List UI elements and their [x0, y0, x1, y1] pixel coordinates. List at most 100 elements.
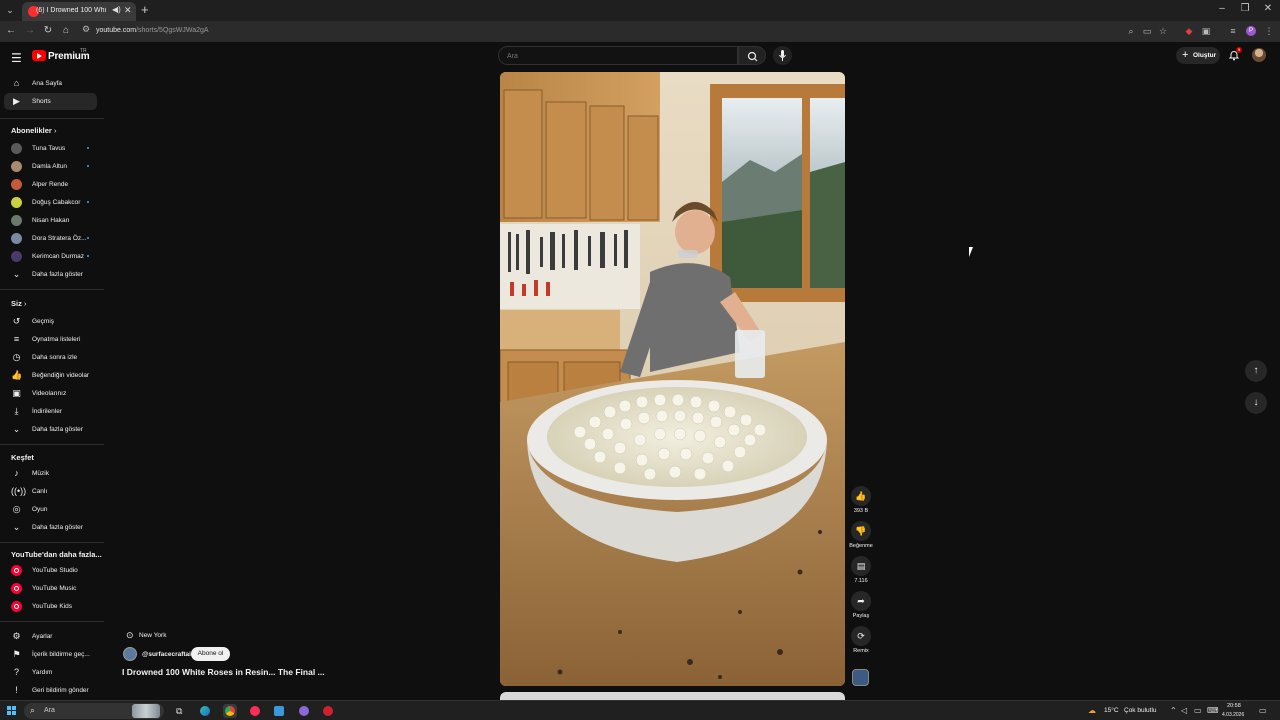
youtube-music-app-icon[interactable] [248, 704, 262, 718]
chrome-icon[interactable] [223, 704, 237, 718]
sound-source-avatar[interactable] [852, 669, 869, 686]
sidebar-item-feedback[interactable]: ! Geri bildirim gönder [4, 682, 97, 699]
keyboard-icon[interactable]: ⌨ [1207, 706, 1219, 715]
sidebar-item-your-videos[interactable]: ▣ Videolarınız [4, 385, 97, 402]
sidebar-item-youtube-music[interactable]: YouTube Music [4, 580, 97, 597]
location-tag[interactable]: ⊙ New York [122, 628, 172, 642]
network-icon[interactable]: ▭ [1194, 706, 1202, 715]
extension-icon[interactable]: ◆ [1183, 25, 1195, 37]
shorts-video-player[interactable] [500, 72, 845, 686]
search-button[interactable] [738, 46, 766, 65]
flag-icon: ⚑ [12, 649, 21, 659]
sidebar-item-downloads[interactable]: ⤓ İndirilenler [4, 403, 97, 420]
youtube-logo-icon[interactable] [32, 50, 46, 61]
new-content-dot [87, 237, 89, 239]
tab-search-icon[interactable]: ⌄ [4, 4, 16, 16]
subscriptions-heading[interactable]: Abonelikler › [11, 126, 56, 135]
address-bar: ← → ↻ ⌂ ⚙ youtube.com/shorts/5QgsWJWa2gA… [0, 21, 1280, 42]
next-short-button[interactable]: ↓ [1245, 392, 1267, 414]
sidebar-item-subscription[interactable]: Dora Stratera Öz... [4, 230, 97, 247]
reload-icon[interactable]: ↻ [42, 25, 54, 37]
sidebar-item-subscription[interactable]: Doğuş Cabakcor [4, 194, 97, 211]
notification-center-icon[interactable]: ▭ [1259, 706, 1267, 715]
sidebar-item-label: Ana Sayfa [32, 80, 62, 87]
sidebar-item-shorts[interactable]: ▶ Shorts [4, 93, 97, 110]
show-more-button[interactable]: ⌄ Daha fazla göster [4, 519, 97, 536]
music-icon: ♪ [14, 468, 19, 478]
browser-profile-avatar[interactable]: P [1246, 26, 1256, 36]
you-heading[interactable]: Siz › [11, 299, 26, 308]
search-input[interactable] [507, 51, 727, 62]
chevron-up-icon[interactable]: ⌃ [1170, 706, 1177, 715]
sidebar-item-gaming[interactable]: ◎ Oyun [4, 501, 97, 518]
sidebar-item-subscription[interactable]: Alper Rende [4, 176, 97, 193]
weather-description[interactable]: Çok bulutlu [1124, 707, 1157, 714]
sidebar-item-youtube-studio[interactable]: YouTube Studio [4, 562, 97, 579]
back-icon[interactable]: ← [5, 25, 17, 37]
hamburger-menu-icon[interactable]: ☰ [11, 51, 22, 65]
channel-avatar [11, 233, 22, 244]
sidebar-item-subscription[interactable]: Damla Altun [4, 158, 97, 175]
site-info-icon[interactable]: ⚙ [82, 24, 90, 35]
video-title[interactable]: I Drowned 100 White Roses in Resin... Th… [122, 667, 325, 677]
sidebar-item-report-history[interactable]: ⚑ İçerik bildirme geç... [4, 646, 97, 663]
channel-avatar [11, 197, 22, 208]
sidebar-item-home[interactable]: ⌂ Ana Sayfa [4, 75, 97, 92]
channel-name[interactable]: @surfacecraftai [142, 651, 191, 658]
windows-start-icon[interactable] [7, 706, 17, 716]
close-window-icon[interactable]: ✕ [1258, 3, 1278, 14]
your-videos-icon: ▣ [12, 388, 21, 398]
task-view-icon[interactable]: ⧉ [173, 704, 187, 718]
speaker-tray-icon[interactable]: ◁ [1181, 706, 1187, 715]
share-button[interactable]: ➦ [851, 591, 871, 611]
like-button[interactable]: 👍 [851, 486, 871, 506]
edge-icon[interactable] [198, 704, 212, 718]
url-field[interactable]: ⚙ youtube.com/shorts/5QgsWJWa2gA [78, 24, 1118, 39]
comments-button[interactable]: ▤ [851, 556, 871, 576]
subscribe-button[interactable]: Abone ol [191, 647, 230, 661]
sidebar-item-help[interactable]: ? Yardım [4, 664, 97, 681]
create-button[interactable]: + Oluştur [1176, 47, 1220, 64]
close-tab-icon[interactable]: ✕ [124, 5, 132, 16]
previous-short-button[interactable]: ↑ [1245, 360, 1267, 382]
clock-date[interactable]: 4.03.2026 [1222, 712, 1244, 718]
zoom-icon[interactable]: ⌕ [1125, 25, 1137, 37]
minimize-icon[interactable]: – [1212, 3, 1232, 14]
cast-icon[interactable]: ▭ [1141, 25, 1153, 37]
weather-temperature[interactable]: 15°C [1104, 707, 1119, 714]
sidebar-item-history[interactable]: ↺ Geçmiş [4, 313, 97, 330]
sidebar-item-live[interactable]: ((•)) Canlı [4, 483, 97, 500]
home-browser-icon[interactable]: ⌂ [60, 25, 72, 37]
sidebar-item-youtube-kids[interactable]: YouTube Kids [4, 598, 97, 615]
show-more-button[interactable]: ⌄ Daha fazla göster [4, 421, 97, 438]
avatar[interactable] [1252, 48, 1266, 62]
channel-avatar[interactable] [123, 647, 137, 661]
speaker-icon[interactable]: ◀) [112, 5, 121, 14]
clock-time[interactable]: 20:58 [1227, 703, 1241, 709]
restore-icon[interactable]: ❐ [1235, 3, 1255, 14]
browser-tab[interactable]: (6) I Drowned 100 White R ◀) ✕ [22, 2, 136, 21]
discord-icon[interactable] [297, 704, 311, 718]
browser-menu-icon[interactable]: ⋮ [1263, 25, 1275, 37]
show-more-button[interactable]: ⌄ Daha fazla göster [4, 266, 97, 283]
sidebar-item-subscription[interactable]: Tuna Tavus [4, 140, 97, 157]
voice-search-button[interactable] [773, 46, 792, 65]
next-short-preview[interactable] [500, 692, 845, 700]
new-tab-icon[interactable]: + [141, 2, 149, 17]
sidebar-item-subscription[interactable]: Nisan Hakan [4, 212, 97, 229]
media-control-icon[interactable]: ≡ [1227, 25, 1239, 37]
bookmark-star-icon[interactable]: ☆ [1157, 25, 1169, 37]
opera-icon[interactable] [321, 704, 335, 718]
forward-icon[interactable]: → [24, 25, 36, 37]
remix-button[interactable]: ⟳ [851, 626, 871, 646]
vscode-icon[interactable] [272, 704, 286, 718]
sidebar-item-liked-videos[interactable]: 👍 Beğendiğin videolar [4, 367, 97, 384]
sidebar-item-playlists[interactable]: ≡ Oynatma listeleri [4, 331, 97, 348]
sidebar-item-settings[interactable]: ⚙ Ayarlar [4, 628, 97, 645]
sidebar-item-watch-later[interactable]: ◷ Daha sonra izle [4, 349, 97, 366]
sidebar-item-subscription[interactable]: Kerimcan Durmaz [4, 248, 97, 265]
taskbar-search[interactable]: ⌕ Ara [24, 703, 164, 719]
extensions-puzzle-icon[interactable]: ▣ [1200, 25, 1212, 37]
dislike-button[interactable]: 👎 [851, 521, 871, 541]
sidebar-item-music[interactable]: ♪ Müzik [4, 465, 97, 482]
